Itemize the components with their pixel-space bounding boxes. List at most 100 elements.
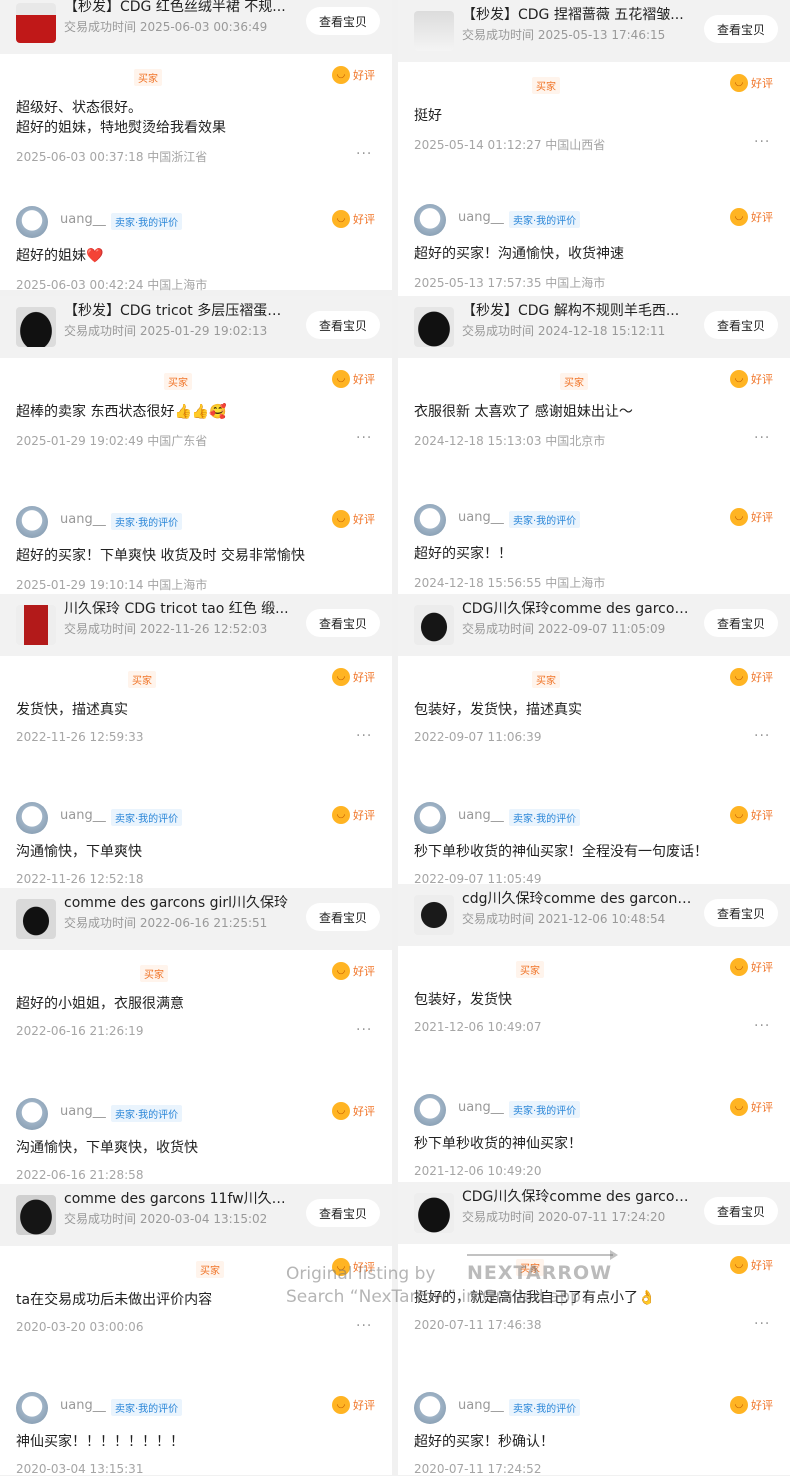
seller-name[interactable]: uang__ [458, 808, 504, 823]
seller-avatar[interactable] [16, 802, 48, 834]
view-item-button[interactable]: 查看宝贝 [306, 7, 380, 35]
view-item-button[interactable]: 查看宝贝 [306, 311, 380, 339]
more-options-icon[interactable]: ··· [754, 728, 770, 744]
seller-name[interactable]: uang__ [458, 210, 504, 225]
item-thumbnail[interactable] [16, 899, 56, 939]
seller-avatar[interactable] [414, 1094, 446, 1126]
view-item-button[interactable]: 查看宝贝 [704, 1197, 778, 1225]
seller-name[interactable]: uang__ [60, 1398, 106, 1413]
seller-tag: 卖家·我的评价 [509, 211, 581, 228]
order-time: 交易成功时间 2022-06-16 21:25:51 [64, 916, 268, 930]
item-thumbnail[interactable] [414, 307, 454, 347]
more-options-icon[interactable]: ··· [356, 430, 372, 446]
seller-avatar[interactable] [16, 206, 48, 238]
seller-name[interactable]: uang__ [60, 212, 106, 227]
view-item-button[interactable]: 查看宝贝 [704, 15, 778, 43]
view-item-button[interactable]: 查看宝贝 [704, 609, 778, 637]
view-item-button[interactable]: 查看宝贝 [306, 609, 380, 637]
more-options-icon[interactable]: ··· [754, 1018, 770, 1034]
order-card: CDG川久保玲comme des garcon... 交易成功时间 2020-07… [398, 1182, 790, 1244]
seller-name[interactable]: uang__ [60, 808, 106, 823]
more-options-icon[interactable]: ··· [356, 146, 372, 162]
buyer-tag: 买家 [560, 373, 588, 390]
more-options-icon[interactable]: ··· [356, 1318, 372, 1334]
buyer-review-text: 挺好 [414, 108, 442, 124]
good-rating-label: 好评 [353, 373, 375, 386]
seller-name[interactable]: uang__ [458, 510, 504, 525]
seller-avatar[interactable] [414, 1392, 446, 1424]
review-card: 买家 ◡ 好评 衣服很新 太喜欢了 感谢姐妹出让～ 2024-12-18 15:13:0… [398, 358, 790, 594]
order-card: 【秒发】CDG tricot 多层压褶蛋糕... 交易成功时间 2025-01-2… [0, 296, 392, 358]
order-title[interactable]: CDG川久保玲comme des garcon... [462, 598, 692, 618]
item-thumbnail[interactable] [16, 1195, 56, 1235]
view-item-button[interactable]: 查看宝贝 [306, 903, 380, 931]
item-thumbnail[interactable] [16, 605, 56, 645]
review-card: 买家 ◡ 好评 超级好、状态很好。 超好的姐妹，特地熨烫给我看效果 2025-06-03… [0, 54, 392, 292]
seller-name[interactable]: uang__ [458, 1100, 504, 1115]
order-title[interactable]: comme des garcons girl川久保玲 [64, 892, 294, 912]
watermark-arrow-icon [610, 1250, 618, 1260]
order-title[interactable]: 川久保玲 CDG tricot tao 红色 缎... [64, 598, 294, 618]
seller-name[interactable]: uang__ [60, 512, 106, 527]
item-thumbnail[interactable] [414, 605, 454, 645]
more-options-icon[interactable]: ··· [754, 1316, 770, 1332]
more-options-icon[interactable]: ··· [356, 728, 372, 744]
seller-tag: 卖家·我的评价 [111, 513, 183, 530]
seller-avatar[interactable] [16, 1392, 48, 1424]
seller-tag: 卖家·我的评价 [111, 1105, 183, 1122]
seller-reply-meta: 2020-03-04 13:15:31 [16, 1462, 144, 1476]
good-rating-label: 好评 [751, 373, 773, 386]
seller-reply-meta: 2025-06-03 00:42:24 中国上海市 [16, 278, 208, 292]
smile-face-icon: ◡ [332, 510, 350, 528]
order-title[interactable]: 【秒发】CDG 红色丝绒半裙 不规... [64, 0, 294, 16]
seller-reply-meta: 2025-01-29 19:10:14 中国上海市 [16, 578, 208, 592]
seller-tag: 卖家·我的评价 [509, 809, 581, 826]
good-rating-badge: ◡ 好评 [730, 958, 773, 976]
seller-reply-text: 秒下单秒收货的神仙买家！ [414, 1136, 582, 1152]
good-rating-label: 好评 [751, 671, 773, 684]
seller-name[interactable]: uang__ [458, 1398, 504, 1413]
item-thumbnail[interactable] [414, 895, 454, 935]
order-title[interactable]: CDG川久保玲comme des garcon... [462, 1186, 692, 1206]
item-thumbnail[interactable] [16, 307, 56, 347]
smile-face-icon: ◡ [730, 806, 748, 824]
seller-avatar[interactable] [414, 802, 446, 834]
view-item-button[interactable]: 查看宝贝 [704, 899, 778, 927]
buyer-review-meta: 2020-07-11 17:46:38 [414, 1318, 542, 1332]
buyer-tag: 买家 [196, 1261, 224, 1278]
smile-face-icon: ◡ [730, 370, 748, 388]
order-title[interactable]: 【秒发】CDG 捏褶蔷薇 五花褶皱... [462, 4, 692, 24]
buyer-review-text: 超好的小姐姐，衣服很满意 [16, 996, 184, 1012]
seller-tag: 卖家·我的评价 [509, 1399, 581, 1416]
smile-face-icon: ◡ [730, 1256, 748, 1274]
good-rating-badge: ◡ 好评 [730, 370, 773, 388]
more-options-icon[interactable]: ··· [356, 1022, 372, 1038]
view-item-button[interactable]: 查看宝贝 [704, 311, 778, 339]
item-thumbnail[interactable] [414, 1193, 454, 1233]
order-title[interactable]: comme des garcons 11fw川久保... [64, 1188, 294, 1208]
buyer-tag: 买家 [532, 77, 560, 94]
seller-avatar[interactable] [414, 504, 446, 536]
item-thumbnail[interactable] [414, 11, 454, 51]
seller-reply-text: 沟通愉快，下单爽快 [16, 844, 142, 860]
buyer-tag: 买家 [140, 965, 168, 982]
buyer-review-text: 超棒的卖家 东西状态很好👍👍🥰 [16, 404, 227, 420]
more-options-icon[interactable]: ··· [754, 430, 770, 446]
view-item-button[interactable]: 查看宝贝 [306, 1199, 380, 1227]
order-title[interactable]: 【秒发】CDG 解构不规则羊毛西... [462, 300, 692, 320]
order-title[interactable]: 【秒发】CDG tricot 多层压褶蛋糕... [64, 300, 294, 320]
seller-avatar[interactable] [16, 506, 48, 538]
seller-avatar[interactable] [16, 1098, 48, 1130]
order-card: 【秒发】CDG 解构不规则羊毛西... 交易成功时间 2024-12-18 15:… [398, 296, 790, 358]
item-thumbnail[interactable] [16, 3, 56, 43]
more-options-icon[interactable]: ··· [754, 134, 770, 150]
smile-face-icon: ◡ [332, 1396, 350, 1414]
good-rating-badge: ◡ 好评 [730, 806, 773, 824]
seller-avatar[interactable] [414, 204, 446, 236]
buyer-review-text: 衣服很新 太喜欢了 感谢姐妹出让～ [414, 404, 633, 420]
seller-name[interactable]: uang__ [60, 1104, 106, 1119]
good-rating-badge: ◡ 好评 [332, 806, 375, 824]
good-rating-badge: ◡ 好评 [332, 510, 375, 528]
order-time: 交易成功时间 2022-09-07 11:05:09 [462, 622, 666, 636]
order-title[interactable]: cdg川久保玲comme des garcons... [462, 888, 692, 908]
